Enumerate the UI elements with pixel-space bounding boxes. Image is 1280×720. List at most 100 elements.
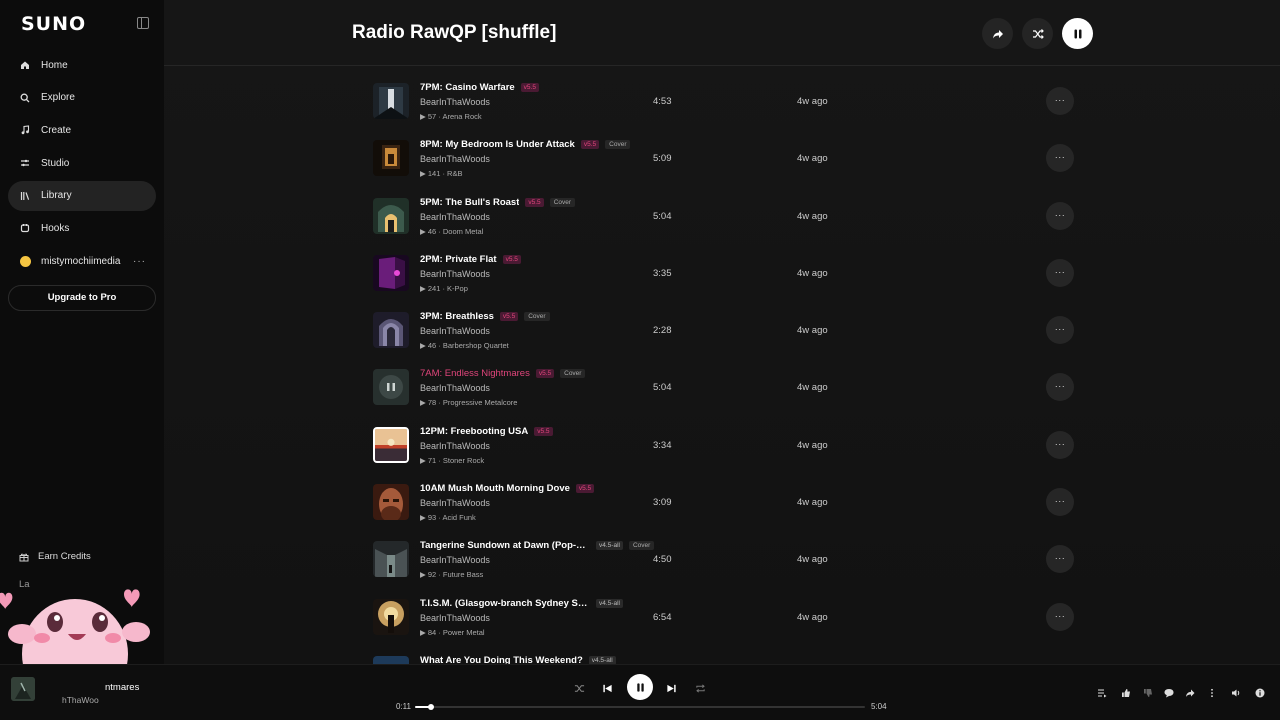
track-row[interactable]: 2PM: Private Flat v5.5 BearInThaWoods ▶ … [164, 244, 1280, 301]
track-cover-art[interactable] [373, 598, 409, 635]
track-more-button[interactable]: ··· [1046, 201, 1074, 230]
library-icon [19, 190, 31, 202]
track-title[interactable]: T.I.S.M. (Glasgow-branch Sydney Symphony… [420, 598, 590, 609]
track-more-button[interactable]: ··· [1046, 144, 1074, 173]
track-cover-art[interactable] [373, 484, 409, 521]
track-cover-art[interactable] [373, 254, 409, 291]
repeat-button[interactable] [694, 677, 706, 699]
now-playing-art[interactable] [11, 677, 35, 701]
track-artist[interactable]: BearInThaWoods [420, 613, 490, 623]
player-more-button[interactable] [1206, 687, 1218, 699]
track-cover-art[interactable] [373, 426, 409, 463]
player-share-button[interactable] [1184, 687, 1196, 699]
sidebar-item-create[interactable]: Create [8, 115, 156, 145]
track-cover-art[interactable] [373, 83, 409, 119]
track-title[interactable]: 7PM: Casino Warfare [420, 82, 515, 93]
pause-button[interactable] [1062, 18, 1093, 49]
sidebar-collapse-icon[interactable] [137, 17, 149, 29]
now-playing-artist[interactable]: hThaWoo [62, 695, 99, 705]
track-cover-art[interactable] [373, 655, 409, 664]
user-more-icon[interactable]: ··· [133, 256, 146, 267]
track-artist[interactable]: BearInThaWoods [420, 212, 490, 222]
progress-knob[interactable] [428, 704, 434, 710]
track-artist[interactable]: BearInThaWoods [420, 441, 490, 451]
repeat-icon [695, 683, 705, 693]
shuffle-button[interactable] [1022, 18, 1053, 49]
sidebar-item-hooks[interactable]: Hooks [8, 213, 156, 243]
sidebar-item-explore[interactable]: Explore [8, 83, 156, 113]
previous-button[interactable] [601, 677, 613, 699]
track-artist[interactable]: BearInThaWoods [420, 326, 490, 336]
dislike-button[interactable] [1142, 687, 1154, 699]
volume-button[interactable] [1230, 687, 1242, 699]
track-row[interactable]: 7PM: Casino Warfare v5.5 BearInThaWoods … [164, 72, 1280, 129]
suno-logo[interactable]: SUNO [21, 13, 86, 35]
comments-button[interactable] [1163, 687, 1175, 699]
track-more-button[interactable]: ··· [1046, 430, 1074, 459]
track-row[interactable]: 3PM: Breathless v5.5 Cover BearInThaWood… [164, 301, 1280, 358]
progress-bar[interactable] [415, 704, 865, 710]
sidebar-item-home[interactable]: Home [8, 50, 156, 80]
info-button[interactable] [1254, 687, 1266, 699]
track-more-button[interactable]: ··· [1046, 545, 1074, 574]
track-more-button[interactable]: ··· [1046, 488, 1074, 517]
track-title[interactable]: What Are You Doing This Weekend? [420, 655, 583, 664]
track-row[interactable]: What Are You Doing This Weekend? v4.5-al… [164, 645, 1280, 664]
queue-icon [1098, 689, 1107, 698]
track-cover-art[interactable] [373, 312, 409, 349]
gift-icon [19, 553, 29, 561]
track-row[interactable]: 8PM: My Bedroom Is Under Attack v5.5 Cov… [164, 129, 1280, 186]
shuffle-toggle[interactable] [573, 677, 585, 699]
player-pause-button[interactable] [627, 674, 653, 700]
track-title[interactable]: 12PM: Freebooting USA [420, 426, 528, 437]
track-title[interactable]: 7AM: Endless Nightmares [420, 368, 530, 379]
track-more-button[interactable]: ··· [1046, 87, 1074, 115]
track-title[interactable]: 5PM: The Bull's Roast [420, 197, 519, 208]
track-artist[interactable]: BearInThaWoods [420, 154, 490, 164]
now-playing-title[interactable]: ntmares [105, 682, 139, 693]
track-row[interactable]: 5PM: The Bull's Roast v5.5 Cover BearInT… [164, 187, 1280, 244]
track-row[interactable]: Tangerine Sundown at Dawn (Pop-pu... v4.… [164, 530, 1280, 587]
sidebar-item-user[interactable]: mistymochiimedia ··· [8, 246, 156, 276]
track-title[interactable]: 3PM: Breathless [420, 311, 494, 322]
track-artist[interactable]: BearInThaWoods [420, 383, 490, 393]
track-title-line: What Are You Doing This Weekend? v4.5-al… [420, 655, 616, 664]
version-badge: v5.5 [520, 83, 539, 92]
upgrade-button[interactable]: Upgrade to Pro [8, 285, 156, 311]
track-cover-art[interactable] [373, 369, 409, 406]
like-button[interactable] [1120, 687, 1132, 699]
track-artist[interactable]: BearInThaWoods [420, 498, 490, 508]
track-title-line: 10AM Mush Mouth Morning Dove v5.5 [420, 483, 595, 494]
track-row[interactable]: 12PM: Freebooting USA v5.5 BearInThaWood… [164, 416, 1280, 473]
track-cover-art[interactable] [373, 140, 409, 177]
track-row[interactable]: T.I.S.M. (Glasgow-branch Sydney Symphony… [164, 588, 1280, 645]
earn-credits-link[interactable]: Earn Credits [19, 551, 91, 562]
track-more-button[interactable]: ··· [1046, 373, 1074, 402]
version-badge: v5.5 [525, 197, 544, 207]
next-button[interactable] [665, 677, 677, 699]
track-cover-art[interactable] [373, 541, 409, 578]
track-more-button[interactable]: ··· [1046, 602, 1074, 631]
track-row[interactable]: 10AM Mush Mouth Morning Dove v5.5 BearIn… [164, 473, 1280, 530]
queue-button[interactable] [1096, 687, 1108, 699]
user-avatar-icon [19, 255, 31, 267]
share-button[interactable] [982, 18, 1013, 49]
track-row[interactable]: 7AM: Endless Nightmares v5.5 Cover BearI… [164, 358, 1280, 415]
track-title[interactable]: Tangerine Sundown at Dawn (Pop-pu... [420, 540, 590, 551]
sidebar-item-studio[interactable]: Studio [8, 148, 156, 178]
sidebar-item-library[interactable]: Library [8, 180, 156, 211]
track-title-line: 8PM: My Bedroom Is Under Attack v5.5 Cov… [420, 139, 631, 150]
track-artist[interactable]: BearInThaWoods [420, 97, 490, 107]
track-more-button[interactable]: ··· [1046, 258, 1074, 287]
track-more-button[interactable]: ··· [1046, 316, 1074, 345]
track-artist[interactable]: BearInThaWoods [420, 555, 490, 565]
track-title[interactable]: 10AM Mush Mouth Morning Dove [420, 483, 570, 494]
home-icon [19, 59, 31, 71]
track-title[interactable]: 8PM: My Bedroom Is Under Attack [420, 139, 575, 150]
track-title[interactable]: 2PM: Private Flat [420, 254, 497, 265]
track-duration: 5:04 [653, 210, 672, 222]
track-cover-art[interactable] [373, 197, 409, 234]
track-duration: 6:54 [653, 611, 672, 623]
version-badge: v5.5 [535, 369, 555, 379]
track-artist[interactable]: BearInThaWoods [420, 269, 490, 279]
